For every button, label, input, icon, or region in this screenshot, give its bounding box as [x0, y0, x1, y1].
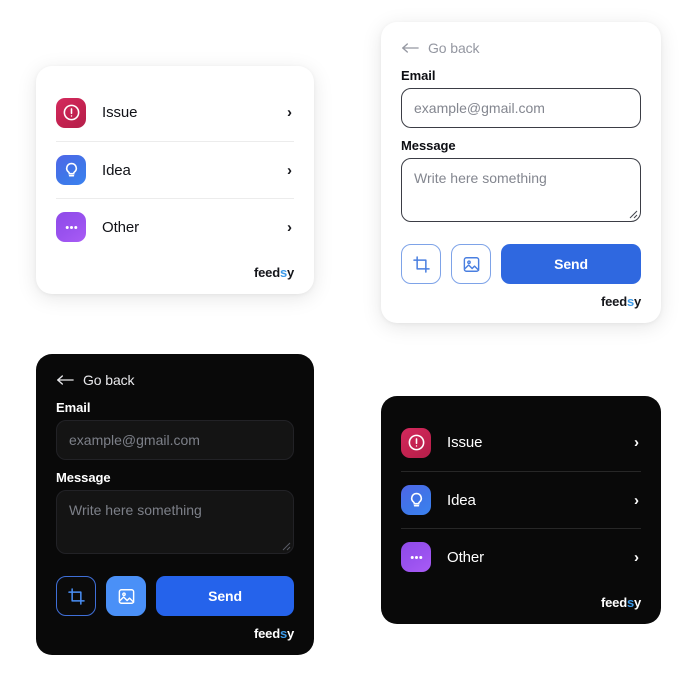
email-input[interactable] [56, 420, 294, 460]
email-label: Email [401, 68, 436, 83]
message-label: Message [56, 470, 111, 485]
list-item-other[interactable]: Other › [401, 528, 641, 585]
chevron-right-icon[interactable]: › [287, 163, 294, 178]
send-button[interactable]: Send [501, 244, 641, 284]
image-button[interactable] [106, 576, 146, 616]
brand-prefix: feed [254, 265, 280, 280]
message-textarea[interactable] [56, 490, 294, 554]
message-textarea[interactable] [401, 158, 641, 222]
arrow-left-icon [57, 375, 74, 385]
email-label: Email [56, 400, 91, 415]
brand-highlight: s [626, 294, 634, 309]
email-input[interactable] [401, 88, 641, 128]
brand-prefix: feed [254, 626, 280, 641]
ellipsis-icon [56, 212, 86, 242]
crop-icon [67, 587, 85, 605]
message-field-block: Message [401, 138, 641, 222]
lightbulb-icon [56, 155, 86, 185]
list-item-idea[interactable]: Idea › [56, 141, 294, 198]
brand-highlight: s [626, 595, 634, 610]
list-item-issue[interactable]: Issue › [401, 414, 641, 471]
go-back-button[interactable]: Go back [401, 40, 641, 56]
exclamation-circle-icon [401, 427, 431, 458]
feedback-form-card-dark: Go back Email Message Send feeds [36, 354, 314, 655]
form-actions: Send [401, 244, 641, 284]
crop-icon [412, 255, 430, 273]
message-label: Message [401, 138, 456, 153]
crop-button[interactable] [56, 576, 96, 616]
list-item-label: Other [102, 218, 140, 236]
brand-suffix: y [286, 626, 294, 641]
brand-prefix: feed [601, 294, 627, 309]
go-back-label: Go back [428, 40, 480, 56]
list-item-other[interactable]: Other › [56, 198, 294, 255]
image-icon [463, 256, 479, 272]
category-list-card-dark: Issue › Idea › Other › feedsy [381, 396, 661, 624]
email-field-block: Email [401, 68, 641, 128]
brand-highlight: s [279, 265, 287, 280]
image-button[interactable] [451, 244, 491, 284]
message-textarea-wrapper [401, 158, 641, 222]
brand-logo: feedsy [401, 284, 641, 309]
brand-suffix: y [286, 265, 294, 280]
form-actions: Send [56, 576, 294, 616]
brand-logo: feedsy [56, 616, 294, 641]
message-field-block: Message [56, 470, 294, 554]
ellipsis-icon [401, 542, 431, 572]
list-item-label: Issue [447, 434, 483, 451]
feedback-form-card-light: Go back Email Message Send feeds [381, 22, 661, 323]
brand-logo: feedsy [56, 255, 294, 280]
category-list-card-light: Issue › Idea › Other › feedsy [36, 66, 314, 294]
list-item-label: Idea [102, 161, 131, 179]
chevron-right-icon[interactable]: › [634, 493, 641, 508]
brand-suffix: y [633, 294, 641, 309]
exclamation-circle-icon [56, 97, 86, 128]
chevron-right-icon[interactable]: › [634, 550, 641, 565]
lightbulb-icon [401, 485, 431, 515]
brand-suffix: y [633, 595, 641, 610]
brand-prefix: feed [601, 595, 627, 610]
list-item-label: Issue [102, 104, 138, 121]
go-back-button[interactable]: Go back [56, 372, 294, 388]
list-item-label: Idea [447, 491, 476, 509]
image-icon [118, 588, 134, 604]
brand-logo: feedsy [401, 585, 641, 610]
list-item-issue[interactable]: Issue › [56, 84, 294, 141]
crop-button[interactable] [401, 244, 441, 284]
list-item-label: Other [447, 548, 485, 566]
arrow-left-icon [402, 43, 419, 53]
brand-highlight: s [279, 626, 287, 641]
message-textarea-wrapper [56, 490, 294, 554]
go-back-label: Go back [83, 372, 135, 388]
chevron-right-icon[interactable]: › [287, 220, 294, 235]
chevron-right-icon[interactable]: › [287, 105, 294, 120]
list-item-idea[interactable]: Idea › [401, 471, 641, 528]
send-button[interactable]: Send [156, 576, 294, 616]
chevron-right-icon[interactable]: › [634, 435, 641, 450]
email-field-block: Email [56, 400, 294, 460]
